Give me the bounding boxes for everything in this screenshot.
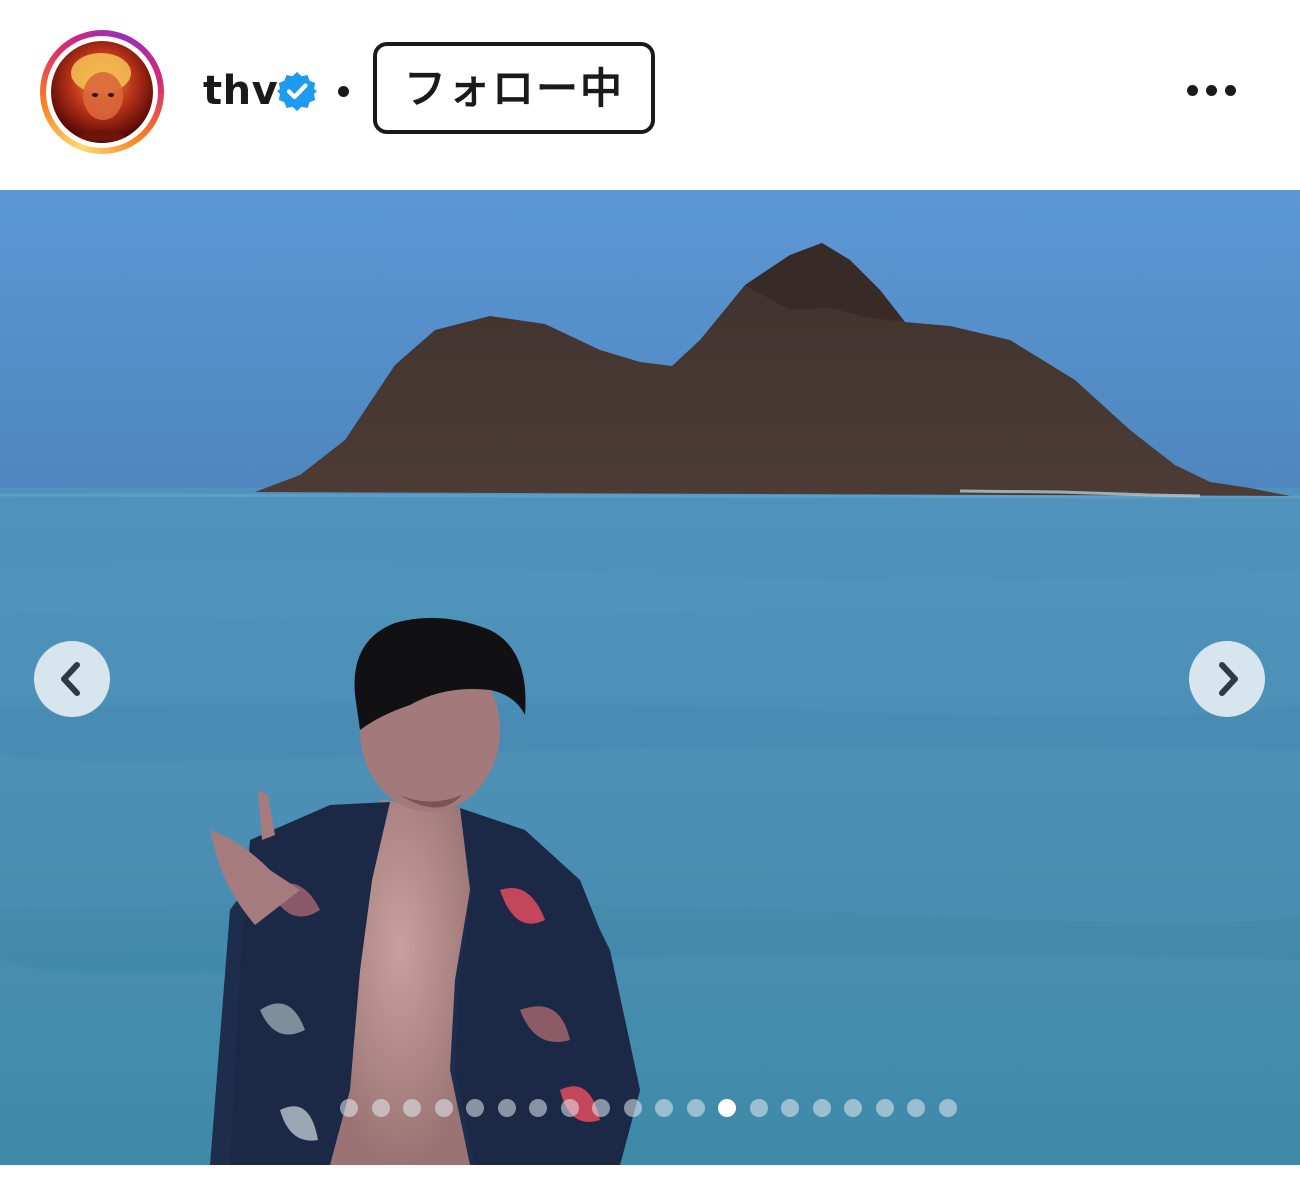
carousel-indicator: [340, 1099, 962, 1117]
carousel-dot: [938, 1099, 957, 1117]
carousel-dot: [812, 1099, 831, 1117]
carousel-dot: [340, 1099, 358, 1117]
carousel-dot: [875, 1099, 894, 1117]
post-footer-edge: [0, 1165, 1300, 1181]
carousel-next-button[interactable]: [1189, 641, 1265, 717]
chevron-right-icon: [1219, 662, 1238, 696]
carousel-dot: [623, 1099, 642, 1117]
more-options-icon[interactable]: [1180, 78, 1244, 106]
carousel-dot: [466, 1099, 484, 1117]
carousel-dot: [560, 1099, 579, 1117]
carousel-dot: [907, 1099, 925, 1117]
post-header: thv フォロー中: [0, 0, 1300, 190]
avatar[interactable]: [51, 41, 153, 143]
separator-dot: [338, 86, 349, 97]
carousel-dot-active: [718, 1099, 736, 1117]
carousel-dot: [529, 1099, 547, 1117]
carousel-dot: [781, 1099, 799, 1117]
carousel-dot: [371, 1099, 390, 1117]
verified-badge-icon: [276, 70, 318, 112]
carousel-dot: [655, 1099, 673, 1117]
username[interactable]: thv: [203, 66, 278, 116]
carousel-dot: [686, 1099, 705, 1117]
story-ring[interactable]: [40, 30, 164, 154]
carousel-dot: [497, 1099, 516, 1117]
chevron-left-icon: [61, 662, 80, 696]
carousel-prev-button[interactable]: [34, 641, 110, 717]
post-media-image[interactable]: [0, 190, 1300, 1165]
following-button[interactable]: フォロー中: [373, 42, 655, 134]
carousel-dot: [403, 1099, 421, 1117]
carousel-dot: [844, 1099, 862, 1117]
carousel-dot: [749, 1099, 768, 1117]
carousel-dot: [592, 1099, 610, 1117]
carousel-dot: [434, 1099, 453, 1117]
